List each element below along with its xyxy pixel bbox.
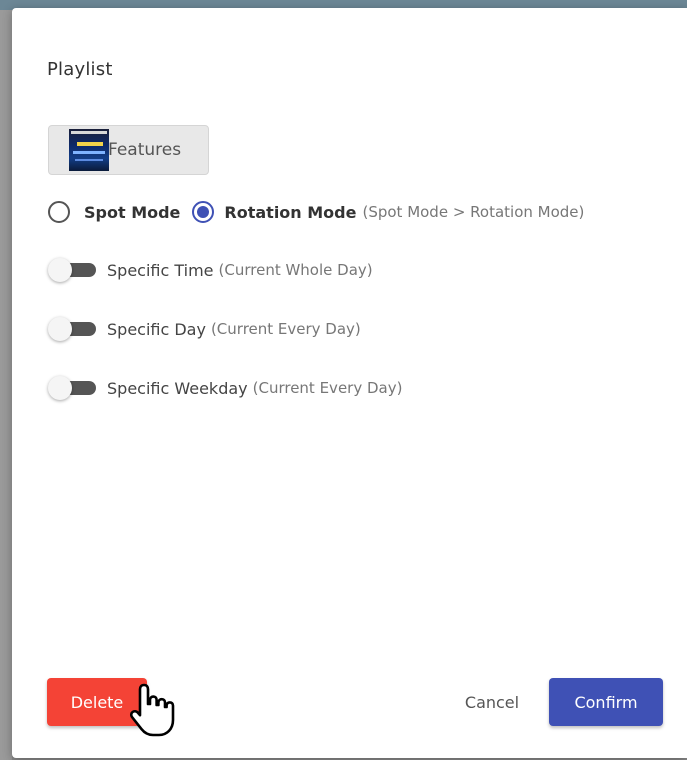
confirm-button[interactable]: Confirm xyxy=(549,678,663,726)
specific-day-label: Specific Day xyxy=(107,319,206,339)
mode-priority-note: (Spot Mode > Rotation Mode) xyxy=(362,203,585,221)
delete-button[interactable]: Delete xyxy=(47,678,147,726)
playlist-item-chip[interactable]: Features xyxy=(48,125,209,175)
playlist-item-label: Features xyxy=(108,140,182,160)
specific-weekday-note: (Current Every Day) xyxy=(252,379,403,397)
las-vegas-thumbnail-icon xyxy=(69,129,109,171)
specific-day-note: (Current Every Day) xyxy=(210,320,361,338)
playlist-dialog: Playlist Features Spot Mode Rotation Mod… xyxy=(12,8,687,758)
rotation-mode-label[interactable]: Rotation Mode xyxy=(224,203,356,222)
cancel-button[interactable]: Cancel xyxy=(452,678,532,726)
spot-mode-radio[interactable] xyxy=(48,201,70,223)
backdrop xyxy=(0,0,12,760)
specific-time-row: Specific Time (Current Whole Day) xyxy=(48,258,373,282)
specific-time-note: (Current Whole Day) xyxy=(218,261,373,279)
specific-day-toggle[interactable] xyxy=(48,317,98,341)
specific-day-row: Specific Day (Current Every Day) xyxy=(48,317,361,341)
spot-mode-label[interactable]: Spot Mode xyxy=(84,203,180,222)
specific-weekday-toggle[interactable] xyxy=(48,376,98,400)
rotation-mode-radio[interactable] xyxy=(192,201,215,223)
mode-selector: Spot Mode Rotation Mode (Spot Mode > Rot… xyxy=(48,201,584,223)
specific-weekday-row: Specific Weekday (Current Every Day) xyxy=(48,376,402,400)
specific-weekday-label: Specific Weekday xyxy=(107,378,248,398)
specific-time-toggle[interactable] xyxy=(48,258,98,282)
dialog-title: Playlist xyxy=(47,59,113,80)
specific-time-label: Specific Time xyxy=(107,260,214,280)
